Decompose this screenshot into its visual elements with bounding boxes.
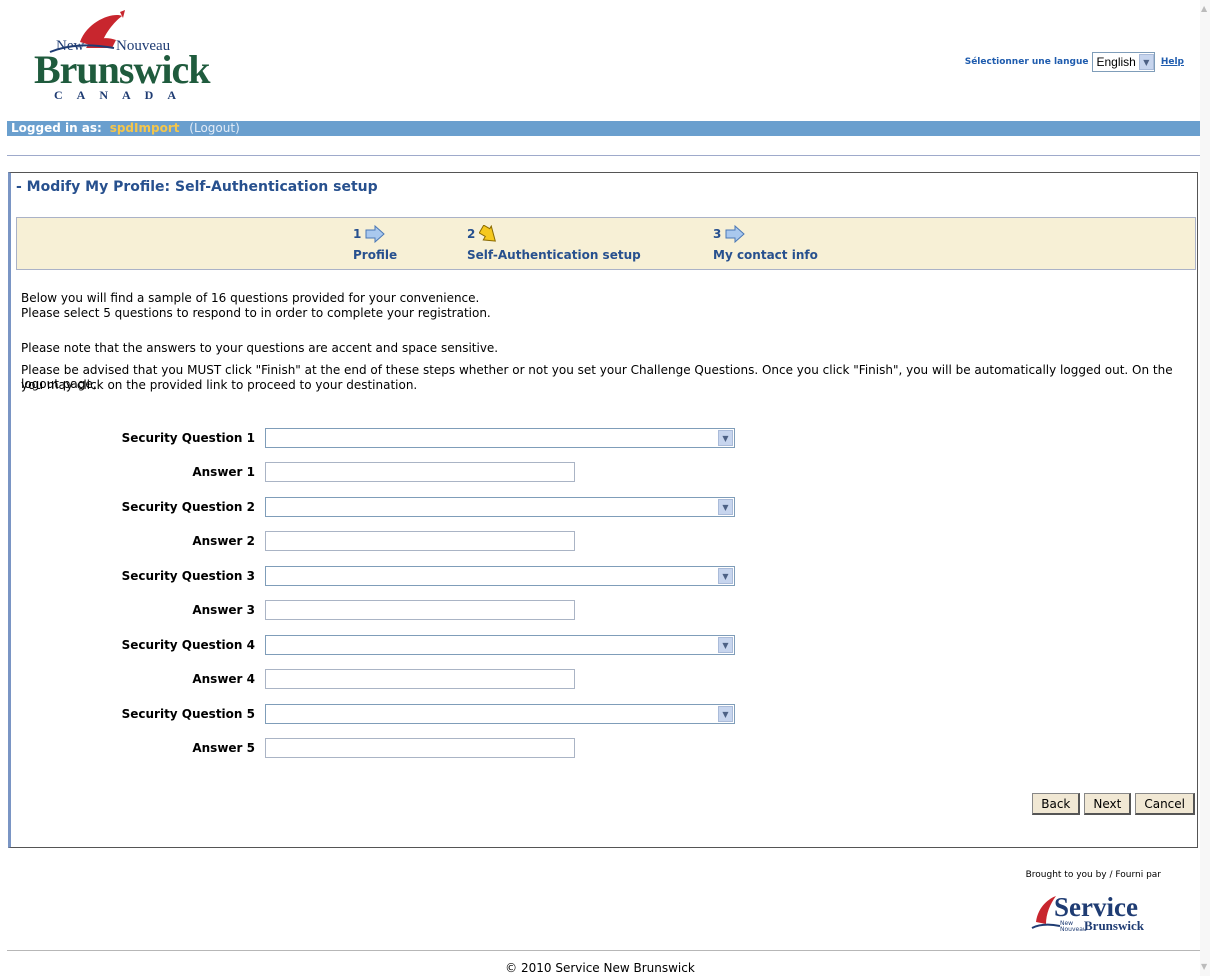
chevron-down-icon[interactable]: ▼ (718, 637, 733, 653)
language-value: English (1096, 55, 1136, 69)
footer-divider (7, 950, 1200, 951)
divider (7, 155, 1200, 156)
logo-canada-text: CANADA (54, 88, 190, 102)
intro-line-2: Please select 5 questions to respond to … (21, 306, 491, 320)
service-new-brunswick-logo[interactable]: Service New Nouveau Brunswick (1030, 892, 1150, 934)
security-question-label: Security Question 4 (121, 638, 255, 652)
chevron-down-icon[interactable]: ▼ (718, 706, 733, 722)
answer-label: Answer 2 (192, 534, 255, 548)
answer-1-input[interactable] (265, 462, 575, 482)
security-question-4-select[interactable]: ▼ (265, 635, 735, 655)
scrollbar[interactable]: ▲ ▼ (1200, 0, 1210, 976)
wizard-steps: 1 Profile 2 Self-Authentication setup 3 (16, 217, 1196, 270)
arrow-down-icon (479, 225, 497, 242)
answer-5-input[interactable] (265, 738, 575, 758)
help-link[interactable]: Help (1161, 57, 1184, 67)
security-question-label: Security Question 3 (121, 569, 255, 583)
service-nouveau: Nouveau (1060, 926, 1087, 933)
security-question-3-select[interactable]: ▼ (265, 566, 735, 586)
arrow-right-icon (725, 225, 746, 243)
language-select[interactable]: English ▼ (1092, 52, 1155, 72)
security-question-label: Security Question 2 (121, 500, 255, 514)
security-question-label: Security Question 1 (121, 431, 255, 445)
step-label: Profile (353, 248, 398, 262)
chevron-down-icon[interactable]: ▼ (718, 430, 733, 446)
cancel-button[interactable]: Cancel (1135, 793, 1195, 815)
security-question-1-select[interactable]: ▼ (265, 428, 735, 448)
page-title: - Modify My Profile: Self-Authentication… (16, 179, 378, 195)
wizard-step-profile[interactable]: 1 Profile (353, 224, 397, 262)
security-question-label: Security Question 5 (121, 707, 255, 721)
language-label: Sélectionner une langue (964, 57, 1089, 67)
intro-line-1: Below you will find a sample of 16 quest… (21, 291, 480, 305)
logged-in-label: Logged in as: (11, 121, 102, 135)
scroll-down-icon[interactable]: ▼ (1201, 962, 1207, 971)
new-brunswick-logo[interactable]: New Nouveau Brunswick CANADA (30, 8, 220, 103)
answer-2-input[interactable] (265, 531, 575, 551)
language-area: Sélectionner une langue English ▼ Help (965, 52, 1184, 72)
main-panel: - Modify My Profile: Self-Authentication… (8, 172, 1198, 848)
answer-label: Answer 3 (192, 603, 255, 617)
login-bar: Logged in as: spdImport (Logout) (7, 121, 1200, 136)
wizard-step-contact-info[interactable]: 3 My contact info (713, 224, 818, 262)
header: New Nouveau Brunswick CANADA Sélectionne… (0, 0, 1200, 120)
security-question-2-select[interactable]: ▼ (265, 497, 735, 517)
step-number: 1 (353, 227, 362, 241)
service-brunswick-text: Brunswick (1084, 918, 1144, 933)
action-buttons: Back Next Cancel (1032, 793, 1195, 815)
answer-4-input[interactable] (265, 669, 575, 689)
next-button[interactable]: Next (1084, 793, 1132, 815)
scroll-up-icon[interactable]: ▲ (1201, 4, 1207, 13)
security-question-5-select[interactable]: ▼ (265, 704, 735, 724)
back-button[interactable]: Back (1032, 793, 1081, 815)
username: spdImport (109, 121, 180, 135)
answer-label: Answer 4 (192, 672, 255, 686)
chevron-down-icon[interactable]: ▼ (1138, 54, 1154, 70)
answer-3-input[interactable] (265, 600, 575, 620)
brought-to-you-text: Brought to you by / Fourni par (1025, 870, 1161, 880)
wizard-step-self-authentication[interactable]: 2 Self-Authentication setup (467, 224, 641, 262)
logo-brunswick-text: Brunswick (34, 47, 210, 92)
intro-note: Please note that the answers to your que… (21, 341, 499, 355)
step-label: Self-Authentication setup (467, 248, 641, 262)
copyright: © 2010 Service New Brunswick (505, 961, 695, 975)
chevron-down-icon[interactable]: ▼ (718, 568, 733, 584)
service-new-text: New Nouveau (1060, 921, 1087, 933)
arrow-right-icon (365, 225, 386, 243)
step-label: My contact info (713, 248, 818, 262)
intro-advise-2: you may click on the provided link to pr… (21, 378, 418, 392)
step-number: 3 (713, 227, 722, 241)
answer-label: Answer 5 (192, 741, 255, 755)
logout-link[interactable]: (Logout) (189, 121, 239, 135)
step-number: 2 (467, 227, 476, 241)
chevron-down-icon[interactable]: ▼ (718, 499, 733, 515)
answer-label: Answer 1 (192, 465, 255, 479)
